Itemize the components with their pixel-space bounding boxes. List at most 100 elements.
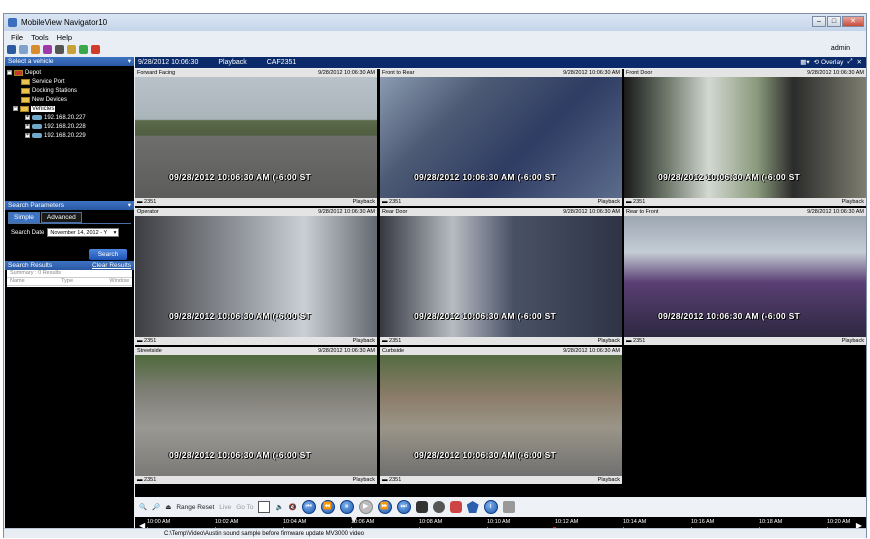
menu-tools[interactable]: Tools (31, 33, 49, 42)
tree-root[interactable]: − Depot (7, 68, 132, 77)
camera-unit: ▬ 2351 (382, 477, 402, 483)
fast-forward-button[interactable]: ⏩ (377, 500, 392, 514)
search-date-picker[interactable]: November 14, 2012 - Y ▾ (47, 228, 120, 237)
camera-tile[interactable]: Rear Door 9/28/2012 10:06:30 AM 09/28/2012… (380, 208, 622, 345)
timeline-tick-label: 10:14 AM (623, 519, 647, 525)
results-columns: Name Type Window (7, 278, 132, 286)
camera-time: 9/28/2012 10:06:30 AM (318, 209, 375, 215)
column-header[interactable]: Name (10, 278, 25, 285)
vehicle-panel-header: Select a vehicle ▾ (5, 57, 134, 66)
folder-icon (20, 105, 29, 112)
volume-off-icon[interactable]: 🔇 (289, 503, 297, 511)
camera-tile[interactable]: Operator 9/28/2012 10:06:30 AM 09/28/2012 … (135, 208, 377, 345)
camera-tile[interactable]: Curbside 9/28/2012 10:06:30 AM 09/28/2012 … (380, 347, 622, 484)
app-icon (8, 18, 17, 27)
camera-unit-number: 2351 (144, 477, 157, 483)
tree-item[interactable]: Docking Stations (7, 86, 132, 95)
camera-unit-number: 2351 (389, 199, 402, 205)
close-icon[interactable]: ✕ (857, 58, 862, 66)
chevron-down-icon[interactable]: ▾ (128, 57, 131, 66)
pause-button[interactable]: ⏸ (339, 500, 354, 514)
info-icon[interactable]: i (483, 500, 498, 514)
camera-tile[interactable]: Forward Facing 9/28/2012 10:06:30 AM 09/28… (135, 69, 377, 206)
tree-item[interactable]: New Devices (7, 95, 132, 104)
range-reset-button[interactable]: Range Reset (176, 504, 214, 511)
search-panel-title: Search Parameters (8, 202, 64, 209)
layout-icon[interactable]: ▦▾ (800, 58, 809, 66)
folder-icon (21, 78, 30, 85)
chevron-down-icon: ▾ (113, 230, 117, 236)
camera-name: Rear to Front (626, 209, 659, 215)
camera-tile[interactable]: Rear to Front 9/28/2012 10:06:30 AM 09/28/… (624, 208, 866, 345)
goto-button[interactable]: Go To (236, 504, 253, 511)
tools-icon[interactable] (67, 45, 76, 54)
column-header[interactable]: Type (61, 278, 73, 285)
timeline-tick-label: 10:04 AM (283, 519, 307, 525)
column-header[interactable]: Window (109, 278, 129, 285)
zoom-out-icon[interactable]: 🔎 (152, 503, 160, 511)
eject-icon[interactable]: ⏏ (165, 503, 171, 511)
camera-tile-footer: ▬ 2351 Playback (380, 198, 622, 206)
camera-unit-number: 2351 (389, 477, 402, 483)
export-icon[interactable] (258, 501, 271, 513)
film-reel-icon[interactable] (432, 501, 445, 513)
tab-simple[interactable]: Simple (8, 212, 40, 223)
vehicle-node[interactable]: +192.168.20.229 (7, 131, 132, 140)
vehicle-node[interactable]: +192.168.20.227 (7, 113, 132, 122)
timestamp-overlay: 09/28/2012 10:06:30 AM (-6:00 ST (658, 172, 801, 182)
status-bar: C:\Temp\Video\Austin sound sample before… (4, 528, 866, 538)
clear-results-link[interactable]: Clear Results (92, 261, 131, 270)
save-icon[interactable] (7, 45, 16, 54)
play-button[interactable]: ▶ (358, 500, 373, 514)
camera-name: Rear Door (382, 209, 408, 215)
camera-tile-header: Streetside 9/28/2012 10:06:30 AM (135, 347, 377, 355)
timestamp-overlay: 09/28/2012 10:06:30 AM (-6:00 ST (169, 311, 312, 321)
map-icon[interactable] (43, 45, 52, 54)
camera-tile-footer: ▬ 2351 Playback (380, 337, 622, 345)
bus-icon (32, 115, 42, 120)
fullscreen-icon[interactable]: ⤢ (847, 58, 852, 66)
volume-mute-icon[interactable]: 🔈 (275, 503, 283, 511)
camera-tile-header: Forward Facing 9/28/2012 10:06:30 AM (135, 69, 377, 77)
close-button[interactable]: ✕ (842, 16, 864, 27)
vehicle-icon[interactable] (31, 45, 40, 54)
skip-forward-button[interactable]: ⏭ (396, 500, 411, 514)
playback-controls: 🔍 🔎 ⏏ Range Reset Live Go To 🔈 🔇 ⏮ ⏪ ⏸ ▶… (135, 497, 866, 517)
camera-tile-header: Operator 9/28/2012 10:06:30 AM (135, 208, 377, 216)
connect-icon[interactable] (79, 45, 88, 54)
snapshot-icon[interactable] (449, 501, 462, 513)
camera-name: Operator (137, 209, 159, 215)
maximize-button[interactable]: □ (827, 16, 841, 27)
badge-icon[interactable] (466, 501, 479, 513)
camera-tile-footer: ▬ 2351 Playback (135, 337, 377, 345)
minimize-button[interactable]: – (812, 16, 826, 27)
skip-back-button[interactable]: ⏮ (301, 500, 316, 514)
camera-name: Front to Rear (382, 70, 415, 76)
vehicle-node[interactable]: +192.168.20.228 (7, 122, 132, 131)
camera-unit: ▬ 2351 (382, 338, 402, 344)
alarm-icon[interactable] (91, 45, 100, 54)
overlay-toggle[interactable]: ⟲ Overlay (814, 58, 844, 66)
vehicle-label: 192.168.20.229 (44, 132, 86, 139)
trash-icon[interactable] (502, 501, 515, 513)
camera-status: Playback (597, 477, 620, 483)
camera-tile[interactable]: Streetside 9/28/2012 10:06:30 AM 09/28/201… (135, 347, 377, 484)
menu-file[interactable]: File (11, 33, 23, 42)
camera-tile-footer: ▬ 2351 Playback (624, 337, 866, 345)
live-button[interactable]: Live (219, 504, 231, 511)
camera-icon[interactable] (55, 45, 64, 54)
tree-item[interactable]: − Vehicles (7, 104, 132, 113)
camera-tile[interactable]: Front Door 9/28/2012 10:06:30 AM 09/28/201… (624, 69, 866, 206)
camera-tile-header: Front Door 9/28/2012 10:06:30 AM (624, 69, 866, 77)
tab-advanced[interactable]: Advanced (40, 212, 82, 223)
zoom-in-icon[interactable]: 🔍 (139, 503, 147, 511)
menu-help[interactable]: Help (57, 33, 72, 42)
camera-unit-number: 2351 (633, 199, 646, 205)
camera-icon[interactable] (415, 501, 428, 513)
list-icon[interactable] (19, 45, 28, 54)
tree-item[interactable]: Service Port (7, 77, 132, 86)
rewind-button[interactable]: ⏪ (320, 500, 335, 514)
search-button[interactable]: Search (89, 249, 127, 260)
chevron-down-icon[interactable]: ▾ (128, 201, 131, 210)
camera-tile[interactable]: Front to Rear 9/28/2012 10:06:30 AM 09/28/… (380, 69, 622, 206)
